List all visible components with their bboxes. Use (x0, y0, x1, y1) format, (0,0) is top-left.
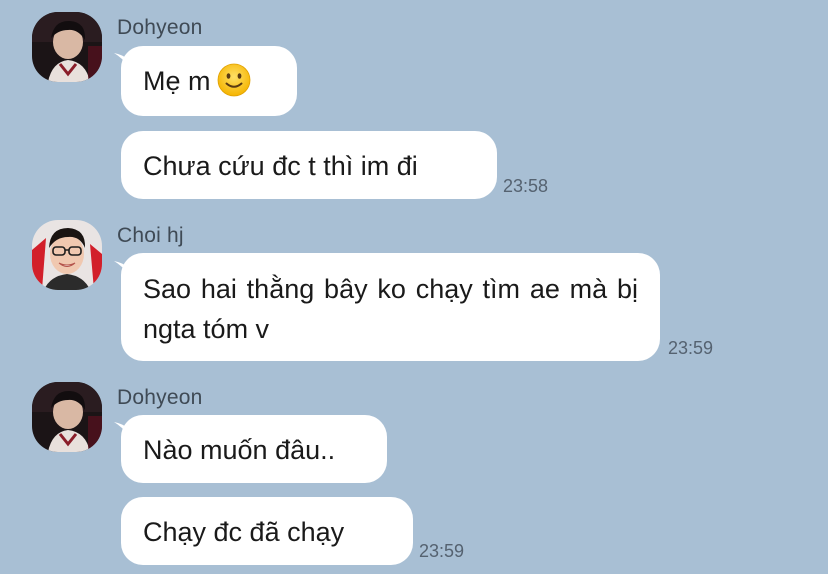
message-timestamp: 23:58 (503, 176, 549, 196)
message-text: Chạy đc đã chạy (143, 517, 345, 547)
message-text: Chưa cứu đc t thì im đi (143, 151, 418, 181)
avatar-dohyeon[interactable] (32, 382, 102, 452)
message-bubble[interactable]: Chưa cứu đc t thì im đi (121, 131, 497, 199)
message-text: Sao hai thằng bây ko chạy tìm ae mà bị n… (143, 274, 638, 344)
avatar-dohyeon-image (32, 12, 102, 82)
message-timestamp: 23:59 (668, 338, 714, 358)
sender-name: Dohyeon (117, 16, 203, 39)
avatar-dohyeon-image (32, 382, 102, 452)
sender-name: Dohyeon (117, 386, 203, 409)
avatar-choi-hj-image (32, 220, 102, 290)
chat-view: Dohyeon Mẹ m Chưa cứu đc t thì im đi 23:… (0, 0, 828, 574)
avatar-dohyeon[interactable] (32, 12, 102, 82)
message-bubble[interactable]: Nào muốn đâu.. (121, 415, 387, 483)
message-bubble[interactable]: Sao hai thằng bây ko chạy tìm ae mà bị n… (121, 253, 660, 361)
message-bubble[interactable]: Mẹ m (121, 46, 297, 116)
avatar-choi-hj[interactable] (32, 220, 102, 290)
sender-name: Choi hj (117, 224, 184, 247)
message-text: Mẹ m (143, 66, 211, 96)
message-timestamp: 23:59 (419, 541, 465, 561)
message-text: Nào muốn đâu.. (143, 435, 336, 465)
slightly-smiling-face-icon (217, 63, 250, 97)
message-bubble[interactable]: Chạy đc đã chạy (121, 497, 413, 565)
